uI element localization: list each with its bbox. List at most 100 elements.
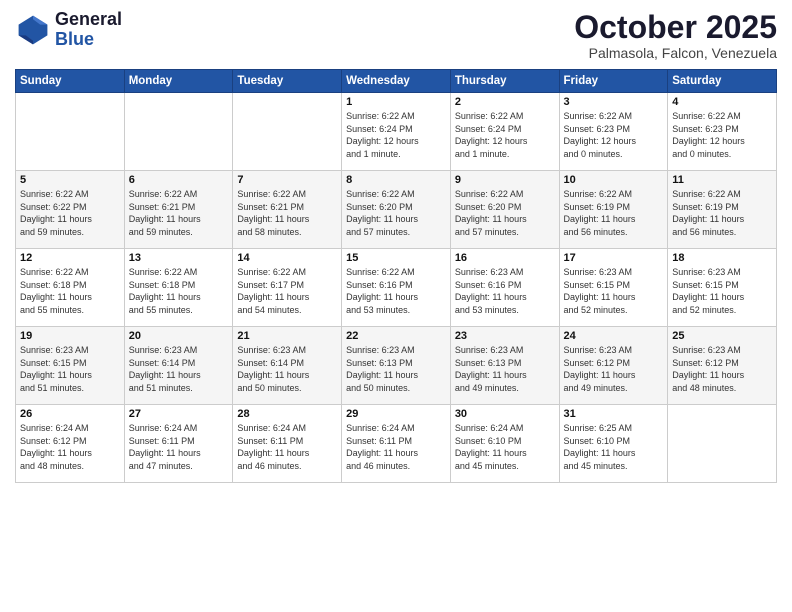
day-number: 1 <box>346 96 446 108</box>
calendar-cell: 9Sunrise: 6:22 AM Sunset: 6:20 PM Daylig… <box>450 171 559 249</box>
day-number: 27 <box>129 408 229 420</box>
calendar-cell: 22 Sunrise: 6:23 AM Sunset: 6:13 PM Dayli… <box>342 327 451 405</box>
calendar-week-row: 1 Sunrise: 6:22 AM Sunset: 6:24 PM Daylig… <box>16 93 777 171</box>
day-number: 28 <box>237 408 337 420</box>
day-number: 26 <box>20 408 120 420</box>
calendar-cell: 27Sunrise: 6:24 AM Sunset: 6:11 PM Dayli… <box>124 405 233 483</box>
weekday-header: Tuesday <box>233 70 342 93</box>
weekday-header: Sunday <box>16 70 125 93</box>
day-info: Sunrise: 6:23 AM Sunset: 6:13 PM Dayligh… <box>346 344 446 394</box>
day-info: Sunrise: 6:23 AM Sunset: 6:12 PM Dayligh… <box>672 344 772 394</box>
day-info: Sunrise: 6:23 AM Sunset: 6:12 PM Dayligh… <box>564 344 664 394</box>
day-number: 6 <box>129 174 229 186</box>
day-info: Sunrise: 6:22 AM Sunset: 6:23 PM Dayligh… <box>564 110 664 160</box>
day-info: Sunrise: 6:22 AM Sunset: 6:23 PM Dayligh… <box>672 110 772 160</box>
day-info: Sunrise: 6:22 AM Sunset: 6:18 PM Dayligh… <box>129 266 229 316</box>
day-number: 16 <box>455 252 555 264</box>
day-number: 8 <box>346 174 446 186</box>
logo-text: General Blue <box>55 10 122 50</box>
calendar-cell <box>233 93 342 171</box>
day-info: Sunrise: 6:24 AM Sunset: 6:11 PM Dayligh… <box>346 422 446 472</box>
day-info: Sunrise: 6:22 AM Sunset: 6:18 PM Dayligh… <box>20 266 120 316</box>
calendar-cell: 3 Sunrise: 6:22 AM Sunset: 6:23 PM Daylig… <box>559 93 668 171</box>
day-number: 10 <box>564 174 664 186</box>
day-info: Sunrise: 6:22 AM Sunset: 6:24 PM Dayligh… <box>455 110 555 160</box>
day-number: 24 <box>564 330 664 342</box>
calendar-cell: 4 Sunrise: 6:22 AM Sunset: 6:23 PM Daylig… <box>668 93 777 171</box>
calendar-week-row: 26Sunrise: 6:24 AM Sunset: 6:12 PM Dayli… <box>16 405 777 483</box>
weekday-header: Wednesday <box>342 70 451 93</box>
day-number: 13 <box>129 252 229 264</box>
day-info: Sunrise: 6:22 AM Sunset: 6:22 PM Dayligh… <box>20 188 120 238</box>
calendar-cell: 16 Sunrise: 6:23 AM Sunset: 6:16 PM Dayli… <box>450 249 559 327</box>
day-info: Sunrise: 6:24 AM Sunset: 6:10 PM Dayligh… <box>455 422 555 472</box>
weekday-header: Friday <box>559 70 668 93</box>
weekday-header-row: SundayMondayTuesdayWednesdayThursdayFrid… <box>16 70 777 93</box>
day-number: 12 <box>20 252 120 264</box>
calendar-cell: 25 Sunrise: 6:23 AM Sunset: 6:12 PM Dayli… <box>668 327 777 405</box>
calendar-cell <box>668 405 777 483</box>
calendar-cell <box>124 93 233 171</box>
calendar-week-row: 19Sunrise: 6:23 AM Sunset: 6:15 PM Dayli… <box>16 327 777 405</box>
calendar-cell: 23 Sunrise: 6:23 AM Sunset: 6:13 PM Dayli… <box>450 327 559 405</box>
day-info: Sunrise: 6:23 AM Sunset: 6:14 PM Dayligh… <box>129 344 229 394</box>
calendar-cell: 19Sunrise: 6:23 AM Sunset: 6:15 PM Dayli… <box>16 327 125 405</box>
day-number: 23 <box>455 330 555 342</box>
day-info: Sunrise: 6:23 AM Sunset: 6:15 PM Dayligh… <box>672 266 772 316</box>
page: General Blue October 2025 Palmasola, Fal… <box>0 0 792 612</box>
day-info: Sunrise: 6:22 AM Sunset: 6:24 PM Dayligh… <box>346 110 446 160</box>
header: General Blue October 2025 Palmasola, Fal… <box>15 10 777 61</box>
day-number: 14 <box>237 252 337 264</box>
day-info: Sunrise: 6:22 AM Sunset: 6:21 PM Dayligh… <box>237 188 337 238</box>
day-info: Sunrise: 6:23 AM Sunset: 6:13 PM Dayligh… <box>455 344 555 394</box>
day-number: 30 <box>455 408 555 420</box>
day-info: Sunrise: 6:23 AM Sunset: 6:14 PM Dayligh… <box>237 344 337 394</box>
calendar-cell: 17Sunrise: 6:23 AM Sunset: 6:15 PM Dayli… <box>559 249 668 327</box>
day-info: Sunrise: 6:22 AM Sunset: 6:19 PM Dayligh… <box>564 188 664 238</box>
calendar-cell: 30 Sunrise: 6:24 AM Sunset: 6:10 PM Dayli… <box>450 405 559 483</box>
calendar-cell: 14 Sunrise: 6:22 AM Sunset: 6:17 PM Dayli… <box>233 249 342 327</box>
day-number: 21 <box>237 330 337 342</box>
day-info: Sunrise: 6:22 AM Sunset: 6:16 PM Dayligh… <box>346 266 446 316</box>
calendar-cell: 11Sunrise: 6:22 AM Sunset: 6:19 PM Dayli… <box>668 171 777 249</box>
calendar-cell: 24 Sunrise: 6:23 AM Sunset: 6:12 PM Dayli… <box>559 327 668 405</box>
calendar-cell <box>16 93 125 171</box>
day-number: 2 <box>455 96 555 108</box>
calendar-cell: 7 Sunrise: 6:22 AM Sunset: 6:21 PM Daylig… <box>233 171 342 249</box>
weekday-header: Monday <box>124 70 233 93</box>
day-number: 3 <box>564 96 664 108</box>
calendar-cell: 8 Sunrise: 6:22 AM Sunset: 6:20 PM Daylig… <box>342 171 451 249</box>
weekday-header: Thursday <box>450 70 559 93</box>
day-number: 18 <box>672 252 772 264</box>
calendar-cell: 1 Sunrise: 6:22 AM Sunset: 6:24 PM Daylig… <box>342 93 451 171</box>
day-number: 31 <box>564 408 664 420</box>
location-subtitle: Palmasola, Falcon, Venezuela <box>574 45 777 61</box>
weekday-header: Saturday <box>668 70 777 93</box>
day-info: Sunrise: 6:23 AM Sunset: 6:15 PM Dayligh… <box>564 266 664 316</box>
day-number: 7 <box>237 174 337 186</box>
day-info: Sunrise: 6:22 AM Sunset: 6:17 PM Dayligh… <box>237 266 337 316</box>
day-number: 15 <box>346 252 446 264</box>
title-block: October 2025 Palmasola, Falcon, Venezuel… <box>574 10 777 61</box>
calendar-cell: 20 Sunrise: 6:23 AM Sunset: 6:14 PM Dayli… <box>124 327 233 405</box>
day-number: 25 <box>672 330 772 342</box>
day-info: Sunrise: 6:22 AM Sunset: 6:20 PM Dayligh… <box>346 188 446 238</box>
calendar-cell: 2 Sunrise: 6:22 AM Sunset: 6:24 PM Daylig… <box>450 93 559 171</box>
day-info: Sunrise: 6:24 AM Sunset: 6:11 PM Dayligh… <box>237 422 337 472</box>
day-number: 9 <box>455 174 555 186</box>
day-number: 19 <box>20 330 120 342</box>
day-number: 29 <box>346 408 446 420</box>
logo: General Blue <box>15 10 122 50</box>
day-number: 20 <box>129 330 229 342</box>
day-number: 11 <box>672 174 772 186</box>
calendar-week-row: 5Sunrise: 6:22 AM Sunset: 6:22 PM Daylig… <box>16 171 777 249</box>
day-info: Sunrise: 6:25 AM Sunset: 6:10 PM Dayligh… <box>564 422 664 472</box>
day-info: Sunrise: 6:22 AM Sunset: 6:21 PM Dayligh… <box>129 188 229 238</box>
calendar-cell: 12 Sunrise: 6:22 AM Sunset: 6:18 PM Dayli… <box>16 249 125 327</box>
day-number: 4 <box>672 96 772 108</box>
calendar-cell: 6 Sunrise: 6:22 AM Sunset: 6:21 PM Daylig… <box>124 171 233 249</box>
day-number: 22 <box>346 330 446 342</box>
calendar-week-row: 12 Sunrise: 6:22 AM Sunset: 6:18 PM Dayli… <box>16 249 777 327</box>
calendar-cell: 28 Sunrise: 6:24 AM Sunset: 6:11 PM Dayli… <box>233 405 342 483</box>
day-info: Sunrise: 6:23 AM Sunset: 6:16 PM Dayligh… <box>455 266 555 316</box>
